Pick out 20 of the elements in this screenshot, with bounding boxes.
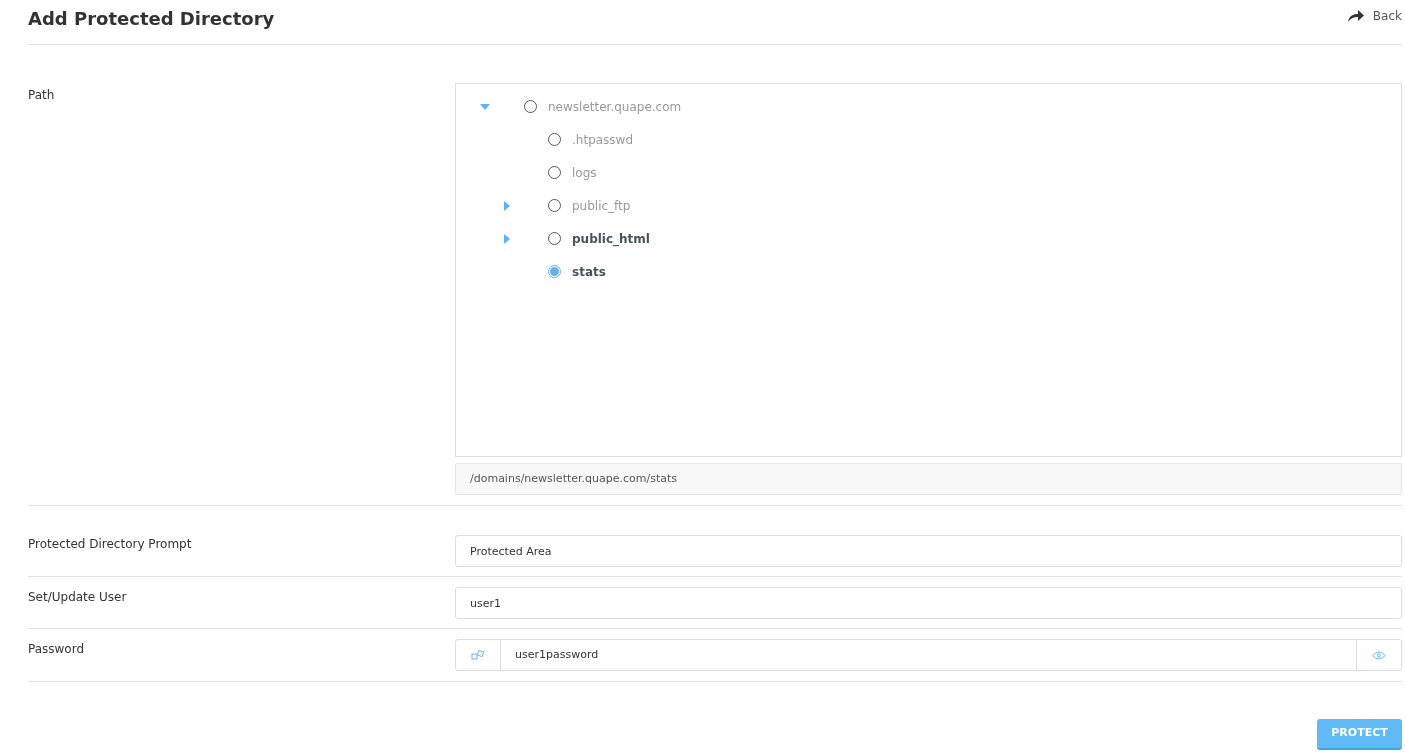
field-label: Set/Update User — [28, 589, 128, 606]
password-field[interactable]: user1password — [455, 639, 1402, 671]
prompt-input[interactable]: Protected Area — [455, 535, 1402, 567]
back-link[interactable]: Back — [1346, 7, 1402, 25]
eye-icon — [1372, 650, 1386, 660]
dice-icon — [471, 650, 485, 660]
tree-item[interactable]: public_html — [572, 229, 650, 248]
password-input[interactable]: user1password — [501, 640, 1356, 670]
field-label: Password — [28, 641, 86, 658]
share-arrow-icon — [1346, 9, 1365, 23]
caret-right-icon[interactable] — [504, 233, 510, 244]
caret-down-icon[interactable] — [480, 103, 490, 110]
radio-button[interactable] — [548, 265, 561, 278]
tree-item[interactable]: stats — [572, 262, 606, 281]
selected-path-field: /domains/newsletter.quape.com/stats — [455, 463, 1402, 495]
page-title: Add Protected Directory — [28, 6, 275, 31]
user-input[interactable]: user1 — [455, 587, 1402, 619]
field-label: Protected Directory Prompt — [28, 536, 193, 553]
caret-right-icon[interactable] — [504, 200, 510, 211]
field-label: Path — [28, 87, 56, 104]
